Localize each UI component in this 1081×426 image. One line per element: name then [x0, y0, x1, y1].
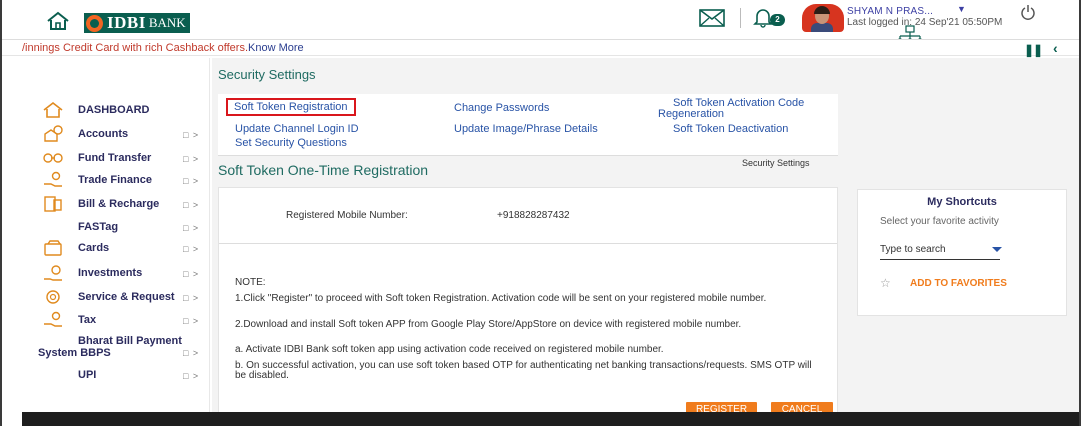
- sidebar-nav: DASHBOARD Accounts □ > Fund Transfer □ >…: [30, 58, 210, 414]
- link-soft-token-deactivation[interactable]: Soft Token Deactivation: [673, 123, 788, 135]
- chevron-left-icon[interactable]: ‹: [1053, 40, 1058, 56]
- sidebar-item-cards[interactable]: Cards □ >: [30, 238, 208, 260]
- link-set-security-questions[interactable]: Set Security Questions: [235, 137, 347, 149]
- mail-icon[interactable]: [697, 7, 727, 29]
- note-item: b. On successful activation, you can use…: [235, 360, 812, 381]
- logout-power-icon[interactable]: [1020, 4, 1036, 20]
- bill-recharge-icon: [44, 196, 62, 212]
- link-soft-token-activation-line2[interactable]: Regeneration: [658, 108, 724, 120]
- note-item: a. Activate IDBI Bank soft token app usi…: [235, 344, 664, 355]
- sidebar-item-label: Accounts: [78, 128, 129, 140]
- registration-card: Registered Mobile Number: +918828287432 …: [218, 187, 838, 419]
- sidebar-item-investments[interactable]: Investments □ >: [30, 263, 208, 285]
- breadcrumb: Security Settings: [742, 158, 810, 168]
- home-outline-icon: [43, 101, 63, 118]
- home-icon[interactable]: [46, 11, 70, 31]
- expand-arrow-icon: □ >: [183, 316, 200, 326]
- expand-arrow-icon: □ >: [183, 154, 200, 164]
- trade-finance-icon: [44, 171, 62, 187]
- logo-suffix: BANK: [148, 15, 186, 30]
- service-request-icon: [46, 290, 60, 304]
- sidebar-item-label: Tax: [78, 314, 97, 326]
- ticker-message: /innings Credit Card with rich Cashback …: [22, 42, 304, 54]
- cards-icon: [44, 240, 62, 256]
- investments-icon: [44, 265, 62, 281]
- expand-arrow-icon: □ >: [183, 371, 200, 381]
- shortcut-search-input[interactable]: Type to search: [880, 244, 1000, 260]
- expand-arrow-icon: □ >: [183, 223, 200, 233]
- link-soft-token-registration[interactable]: Soft Token Registration: [226, 98, 356, 116]
- sidebar-item-label-line2: System BBPS: [38, 347, 111, 359]
- user-menu-caret-icon[interactable]: ▼: [957, 4, 966, 14]
- mobile-number-value: +918828287432: [497, 210, 570, 221]
- sidebar-item-label: Cards: [78, 242, 110, 254]
- sidebar-item-fund-transfer[interactable]: Fund Transfer □ >: [30, 148, 208, 170]
- sidebar-item-accounts[interactable]: Accounts □ >: [30, 124, 208, 146]
- star-icon: ☆: [880, 276, 891, 290]
- page: IDBI BANK 2 SHYAM N PRAS... ▼ Last logge…: [0, 0, 1081, 426]
- expand-arrow-icon: □ >: [183, 176, 200, 186]
- sidebar-item-bbps[interactable]: Bharat Bill Payment System BBPS □ >: [30, 335, 208, 361]
- mobile-number-row: Registered Mobile Number: +918828287432: [219, 188, 837, 244]
- sidebar-item-fastag[interactable]: FASTag □ >: [30, 217, 208, 239]
- sidebar-item-label: Fund Transfer: [78, 152, 152, 164]
- sidebar-item-label: FASTag: [78, 221, 119, 233]
- sidebar-item-label: Service & Request: [78, 291, 175, 303]
- expand-arrow-icon: □ >: [183, 200, 200, 210]
- link-change-passwords[interactable]: Change Passwords: [454, 102, 549, 114]
- sidebar-item-dashboard[interactable]: DASHBOARD: [30, 100, 208, 122]
- expand-arrow-icon: □ >: [183, 244, 200, 254]
- note-item: 2.Download and install Soft token APP fr…: [235, 319, 742, 330]
- logo-text: IDBI: [107, 13, 146, 32]
- sidebar-item-label: UPI: [78, 369, 97, 381]
- chevron-down-icon[interactable]: [992, 247, 1002, 252]
- form-title: Soft Token One-Time Registration: [218, 162, 429, 178]
- tax-icon: [44, 311, 62, 327]
- link-update-channel-login-id[interactable]: Update Channel Login ID: [235, 123, 359, 135]
- sidebar-item-tax[interactable]: Tax □ >: [30, 310, 208, 332]
- header-divider: [740, 8, 741, 28]
- sidebar-item-label: Investments: [78, 267, 143, 279]
- taskbar-strip: [22, 412, 1079, 426]
- top-header: IDBI BANK 2 SHYAM N PRAS... ▼ Last logge…: [2, 0, 1079, 46]
- add-to-favorites-button[interactable]: ADD TO FAVORITES: [910, 278, 1007, 289]
- pause-icon[interactable]: ❚❚: [1024, 43, 1043, 57]
- expand-arrow-icon: □ >: [183, 130, 200, 140]
- sidebar-item-label: Bill & Recharge: [78, 198, 160, 210]
- security-links-panel: Soft Token Registration Change Passwords…: [218, 94, 838, 156]
- sidebar-item-label: Trade Finance: [78, 174, 152, 186]
- my-shortcuts-panel: My Shortcuts Select your favorite activi…: [857, 189, 1067, 316]
- page-title: Security Settings: [218, 67, 316, 82]
- mobile-number-label: Registered Mobile Number:: [286, 210, 408, 221]
- notification-count-badge: 2: [770, 14, 785, 26]
- sidebar-item-service-request[interactable]: Service & Request □ >: [30, 287, 208, 309]
- shortcuts-subtitle: Select your favorite activity: [880, 216, 999, 227]
- link-update-image-phrase[interactable]: Update Image/Phrase Details: [454, 123, 598, 135]
- expand-arrow-icon: □ >: [183, 348, 200, 358]
- sidebar-item-bill-recharge[interactable]: Bill & Recharge □ >: [30, 194, 208, 216]
- user-name[interactable]: SHYAM N PRAS...: [847, 6, 933, 17]
- shortcuts-title: My Shortcuts: [927, 196, 997, 208]
- ticker-know-more-link[interactable]: Know More: [248, 42, 304, 54]
- sidebar-item-label: DASHBOARD: [78, 104, 150, 116]
- avatar[interactable]: [802, 4, 844, 32]
- expand-arrow-icon: □ >: [183, 269, 200, 279]
- logo-emblem-icon: [86, 14, 103, 32]
- sidebar-item-upi[interactable]: UPI □ >: [30, 365, 208, 387]
- note-title: NOTE:: [235, 277, 266, 288]
- ticker-text: /innings Credit Card with rich Cashback …: [22, 42, 249, 54]
- main-content: Security Settings Soft Token Registratio…: [212, 58, 1079, 419]
- expand-arrow-icon: □ >: [183, 293, 200, 303]
- idbi-bank-logo[interactable]: IDBI BANK: [84, 13, 190, 33]
- sidebar-item-label: Bharat Bill Payment: [78, 335, 182, 347]
- accounts-icon: [44, 125, 63, 142]
- fund-transfer-icon: [43, 153, 63, 163]
- offers-ticker: /innings Credit Card with rich Cashback …: [2, 39, 1079, 57]
- sidebar-item-trade-finance[interactable]: Trade Finance □ >: [30, 170, 208, 192]
- note-item: 1.Click "Register" to proceed with Soft …: [235, 293, 767, 304]
